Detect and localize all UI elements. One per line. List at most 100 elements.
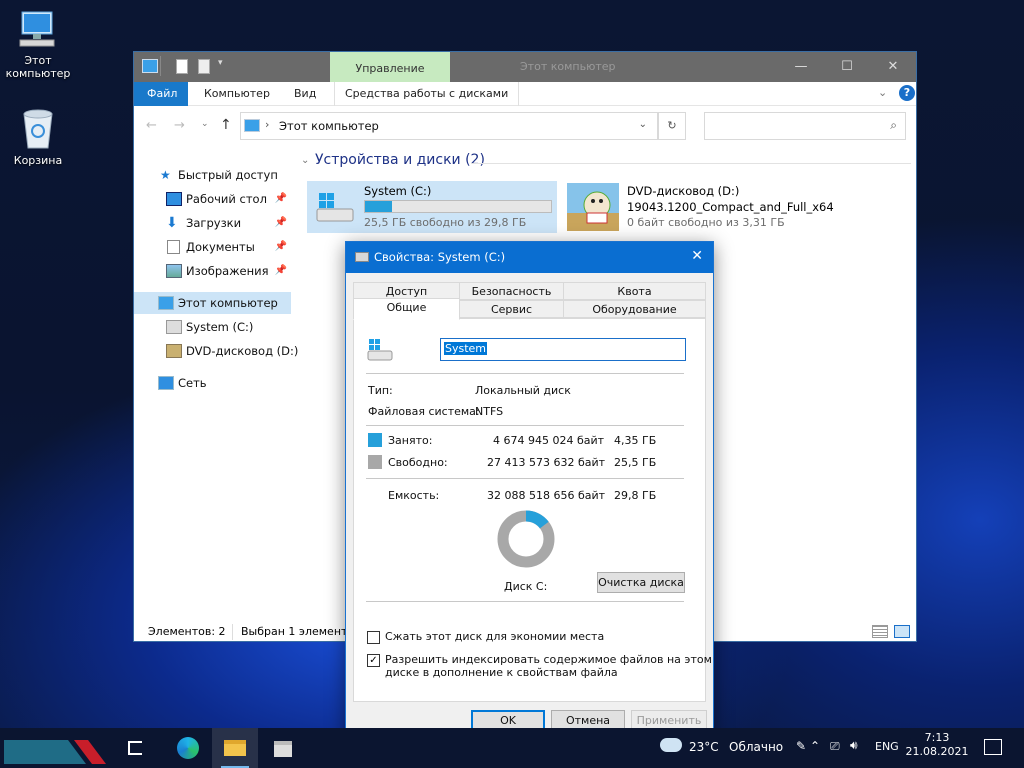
- volume-icon[interactable]: 🔊︎: [850, 738, 858, 753]
- recent-locations-icon[interactable]: ⌄: [201, 119, 209, 129]
- help-icon[interactable]: ?: [899, 85, 915, 101]
- tab-quota[interactable]: Квота: [563, 282, 706, 300]
- tab-general[interactable]: Общие: [353, 298, 460, 320]
- weather-desc[interactable]: Облачно: [729, 740, 783, 754]
- edge-browser-icon[interactable]: [164, 728, 210, 768]
- properties-quick-icon[interactable]: [176, 59, 188, 74]
- explorer-title-bar[interactable]: ▾ Управление Этот компьютер — ☐ ✕: [134, 52, 916, 82]
- back-arrow-icon[interactable]: ←: [146, 118, 157, 133]
- tab-drive-tools[interactable]: Средства работы с дисками: [334, 82, 520, 106]
- monitor-icon: [16, 10, 60, 50]
- tab-tools[interactable]: Сервис: [459, 300, 564, 318]
- pen-icon[interactable]: ✎: [796, 739, 806, 753]
- nav-network[interactable]: Сеть: [134, 372, 291, 394]
- drive-name-input[interactable]: System: [440, 338, 686, 361]
- index-checkbox[interactable]: ✓: [367, 654, 380, 667]
- tab-security[interactable]: Безопасность: [459, 282, 564, 300]
- weather-temp[interactable]: 23°C: [689, 740, 719, 754]
- network-tray-icon[interactable]: ⎚: [830, 739, 840, 754]
- forward-arrow-icon[interactable]: →: [174, 118, 185, 133]
- new-folder-quick-icon[interactable]: [198, 59, 210, 74]
- close-button[interactable]: ✕: [870, 52, 916, 82]
- filesystem-value: NTFS: [475, 405, 504, 418]
- search-input[interactable]: ⌕: [704, 112, 906, 140]
- compress-checkbox[interactable]: [367, 631, 380, 644]
- drive-tile-c[interactable]: System (C:) 25,5 ГБ свободно из 29,8 ГБ: [307, 181, 557, 233]
- refresh-icon[interactable]: ↻: [658, 112, 686, 140]
- tiles-view-icon[interactable]: [894, 625, 910, 638]
- task-view-icon[interactable]: [112, 728, 158, 768]
- this-pc-icon: [142, 59, 158, 73]
- free-gb: 25,5 ГБ: [614, 456, 657, 469]
- up-arrow-icon[interactable]: ↑: [220, 117, 232, 133]
- nav-quick-access[interactable]: ★ Быстрый доступ: [134, 164, 291, 186]
- group-header[interactable]: Устройства и диски (2): [315, 152, 485, 168]
- nav-item-dvd-d[interactable]: DVD-дисковод (D:): [134, 340, 298, 362]
- address-bar[interactable]: › Этот компьютер ⌄: [240, 112, 658, 140]
- capacity-bytes: 32 088 518 656 байт: [487, 489, 606, 502]
- notifications-icon[interactable]: [984, 739, 1002, 755]
- dialog-title: Свойства: System (C:): [374, 250, 506, 264]
- download-arrow-icon: ⬇: [166, 215, 178, 231]
- pin-icon[interactable]: 📌: [275, 236, 287, 258]
- nav-item-documents[interactable]: Документы 📌: [134, 236, 291, 258]
- file-explorer-icon[interactable]: [212, 728, 258, 768]
- desktop-icon-label: Корзина: [13, 154, 63, 167]
- tab-file[interactable]: Файл: [134, 82, 188, 106]
- store-icon[interactable]: [260, 728, 306, 768]
- details-view-icon[interactable]: [872, 625, 888, 638]
- windows-drive-icon: [366, 337, 394, 363]
- customize-qat-icon[interactable]: ▾: [218, 58, 223, 68]
- nav-this-pc[interactable]: Этот компьютер: [134, 292, 291, 314]
- breadcrumb-chevron-icon: ›: [265, 118, 270, 131]
- breadcrumb[interactable]: Этот компьютер: [279, 119, 379, 133]
- dialog-close-icon[interactable]: ✕: [691, 248, 703, 264]
- general-tab-panel: System Тип: Локальный диск Файловая сист…: [353, 318, 712, 702]
- ribbon-expand-icon[interactable]: ⌄: [878, 86, 887, 99]
- clock[interactable]: 7:13 21.08.2021: [905, 731, 969, 759]
- nav-item-desktop[interactable]: Рабочий стол 📌: [134, 188, 291, 210]
- dvd-artwork-icon: [567, 183, 619, 231]
- minimize-button[interactable]: —: [778, 52, 824, 82]
- drive-icon: [355, 252, 369, 262]
- cloud-icon[interactable]: [660, 738, 682, 752]
- desktop-icon-label: Этот компьютер: [5, 54, 71, 80]
- desktop-icon-this-pc[interactable]: Этот компьютер: [0, 10, 76, 80]
- pin-icon[interactable]: 📌: [275, 188, 287, 210]
- drive-tile-d[interactable]: DVD-дисковод (D:) 19043.1200_Compact_and…: [565, 181, 845, 233]
- nav-item-system-c[interactable]: System (C:): [134, 316, 291, 338]
- desktop-icon-recycle-bin[interactable]: Корзина: [0, 106, 76, 167]
- this-pc-icon: [244, 119, 260, 132]
- disk-label: Диск C:: [504, 580, 548, 593]
- ribbon-context-tab-label: Управление: [355, 62, 425, 75]
- language-indicator[interactable]: ENG: [875, 740, 899, 753]
- group-collapse-icon[interactable]: ⌄: [301, 155, 309, 166]
- dialog-title-bar[interactable]: Свойства: System (C:) ✕: [346, 242, 713, 273]
- capacity-gb: 29,8 ГБ: [614, 489, 657, 502]
- index-label-line2: диске в дополнение к свойствам файла: [385, 666, 618, 679]
- capacity-label: Емкость:: [388, 489, 440, 502]
- show-hidden-icons-chevron[interactable]: ⌃: [810, 739, 820, 753]
- maximize-button[interactable]: ☐: [824, 52, 870, 82]
- nav-item-pictures[interactable]: Изображения 📌: [134, 260, 291, 282]
- properties-dialog: Свойства: System (C:) ✕ Доступ Безопасно…: [345, 241, 714, 738]
- ribbon-tabs: Файл Компьютер Вид Средства работы с дис…: [134, 82, 916, 106]
- disk-cleanup-button[interactable]: Очистка диска: [597, 572, 685, 593]
- address-dropdown-icon[interactable]: ⌄: [639, 119, 647, 130]
- tab-computer[interactable]: Компьютер: [194, 82, 280, 106]
- tab-view[interactable]: Вид: [284, 82, 326, 106]
- address-toolbar: ← → ⌄ ↑ › Этот компьютер ⌄ ↻ ⌕: [134, 106, 916, 146]
- drive-name: System (C:): [364, 184, 432, 198]
- pin-icon[interactable]: 📌: [275, 212, 287, 234]
- star-icon: ★: [160, 168, 171, 182]
- start-button[interactable]: [4, 732, 106, 764]
- drive-volume-label: 19043.1200_Compact_and_Full_x64: [627, 200, 834, 214]
- used-space-swatch: [368, 433, 382, 447]
- pin-icon[interactable]: 📌: [275, 260, 287, 282]
- nav-item-downloads[interactable]: ⬇ Загрузки 📌: [134, 212, 291, 234]
- ribbon-context-group[interactable]: Управление: [330, 52, 450, 82]
- drive-free-text: 25,5 ГБ свободно из 29,8 ГБ: [364, 216, 527, 229]
- clock-time: 7:13: [924, 731, 950, 744]
- desktop-folder-icon: [166, 192, 182, 206]
- tab-hardware[interactable]: Оборудование: [563, 300, 706, 318]
